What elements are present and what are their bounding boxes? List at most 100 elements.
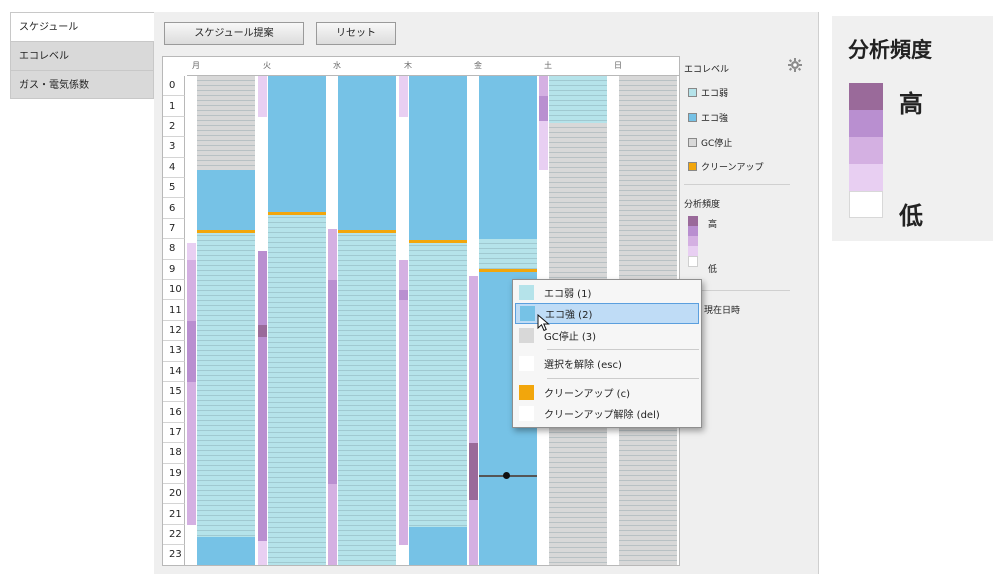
tab-gas-electric-coefficients[interactable]: ガス・電気係数 [10,70,154,99]
frequency-segment [399,290,408,301]
big-freq-swatch-3 [849,137,883,164]
frequency-segment [258,76,267,117]
frequency-segment [328,484,337,565]
legend-label: エコ強 [701,113,729,124]
legend-item-eco-strong: エコ強 [688,111,729,124]
day-column[interactable] [338,76,396,565]
legend-label: エコ弱 [701,88,729,99]
freq-swatch-3 [688,236,698,246]
hour-label: 23 [163,545,185,565]
big-legend-title: 分析頻度 [848,38,932,62]
hour-label: 3 [163,137,185,158]
big-freq-swatch-2 [849,164,883,191]
tab-schedule[interactable]: スケジュール [10,12,154,41]
mouse-cursor-icon [537,314,550,332]
hour-label: 21 [163,504,185,525]
frequency-segment [399,259,408,291]
day-column[interactable] [268,76,326,565]
menu-divider [547,349,699,350]
hour-label: 18 [163,443,185,464]
day-header: 金 [469,57,549,76]
frequency-segment [539,120,548,170]
blank-icon [519,406,534,421]
eco-strong-block[interactable] [197,537,255,565]
gear-icon[interactable] [788,58,802,72]
day-header: 火 [258,57,338,76]
big-freq-swatch-4 [849,110,883,137]
cleanup-marker[interactable] [197,230,255,234]
menu-item-label: 選択を解除 (esc) [544,360,622,371]
hour-label: 9 [163,259,185,280]
cleanup-marker[interactable] [268,211,326,215]
hour-label: 16 [163,402,185,423]
eco-weak-block[interactable] [409,241,467,527]
legend-label: GC停止 [701,138,733,149]
cleanup-swatch [688,161,697,171]
eco-weak-icon [519,285,534,300]
menu-item-cleanup-clear[interactable]: クリーンアップ解除 (del) [515,403,699,424]
blank-icon [519,356,534,371]
eco-weak-block[interactable] [197,231,255,538]
eco-strong-block[interactable] [409,526,467,565]
eco-weak-block[interactable] [479,239,537,272]
tab-eco-level[interactable]: エコレベル [10,41,154,70]
menu-item-clear-selection[interactable]: 選択を解除 (esc) [515,353,699,374]
eco-strong-block[interactable] [479,76,537,240]
frequency-segment [399,76,408,117]
reset-button[interactable]: リセット [316,22,396,45]
hour-label: 6 [163,198,185,219]
legend-divider [684,184,790,185]
big-freq-swatch-1 [849,191,883,218]
frequency-segment [469,443,478,501]
hour-label: 0 [163,76,185,97]
eco-strong-block[interactable] [197,169,255,232]
cleanup-marker[interactable] [409,240,467,244]
menu-item-label: エコ強 (2) [545,310,593,321]
frequency-segment [469,275,478,444]
menu-item-cleanup[interactable]: クリーンアップ (c) [515,382,699,403]
frequency-segment [469,500,478,565]
frequency-segment [187,382,196,525]
analysis-frequency-strip [328,76,337,565]
eco-strong-block[interactable] [338,76,396,232]
eco-strong-block[interactable] [409,76,467,242]
cleanup-icon [519,385,534,400]
eco-weak-block[interactable] [549,76,607,123]
hour-label: 17 [163,422,185,444]
big-freq-high-label: 高 [899,90,923,118]
eco-strong-block[interactable] [268,76,326,213]
gc-stop-swatch [688,137,697,147]
cleanup-marker[interactable] [338,230,396,234]
cleanup-marker[interactable] [479,268,537,272]
legend-item-gc-stop: GC停止 [688,136,733,149]
current-time-dot [503,471,510,479]
gc-stop-block[interactable] [197,76,255,170]
menu-item-label: エコ弱 (1) [544,289,592,300]
frequency-segment [187,259,196,321]
freq-high-label: 高 [708,220,718,230]
sidebar-tabs: スケジュール エコレベル ガス・電気係数 [10,12,154,99]
eco-weak-block[interactable] [338,231,396,565]
freq-low-label: 低 [708,265,718,275]
hour-label: 11 [163,300,185,321]
propose-schedule-button[interactable]: スケジュール提案 [164,22,304,45]
eco-weak-block[interactable] [268,212,326,565]
hour-label: 20 [163,484,185,505]
day-column[interactable] [197,76,255,565]
frequency-segment [399,300,408,546]
frequency-segment [328,229,337,280]
big-freq-swatch-5 [849,83,883,110]
frequency-segment [187,76,196,244]
legend-title: エコレベル [684,65,730,75]
analysis-frequency-strip [469,76,478,565]
frequency-segment [258,337,267,542]
day-column[interactable] [409,76,467,565]
frequency-segment [399,545,408,565]
day-header: 日 [609,57,679,76]
freq-legend-title: 分析頻度 [684,200,721,210]
analysis-frequency-strip [399,76,408,565]
hour-label: 22 [163,524,185,546]
menu-item-eco-weak[interactable]: エコ弱 (1) [515,282,699,303]
legend-item-cleanup: クリーンアップ [688,160,764,173]
hour-label: 15 [163,382,185,403]
